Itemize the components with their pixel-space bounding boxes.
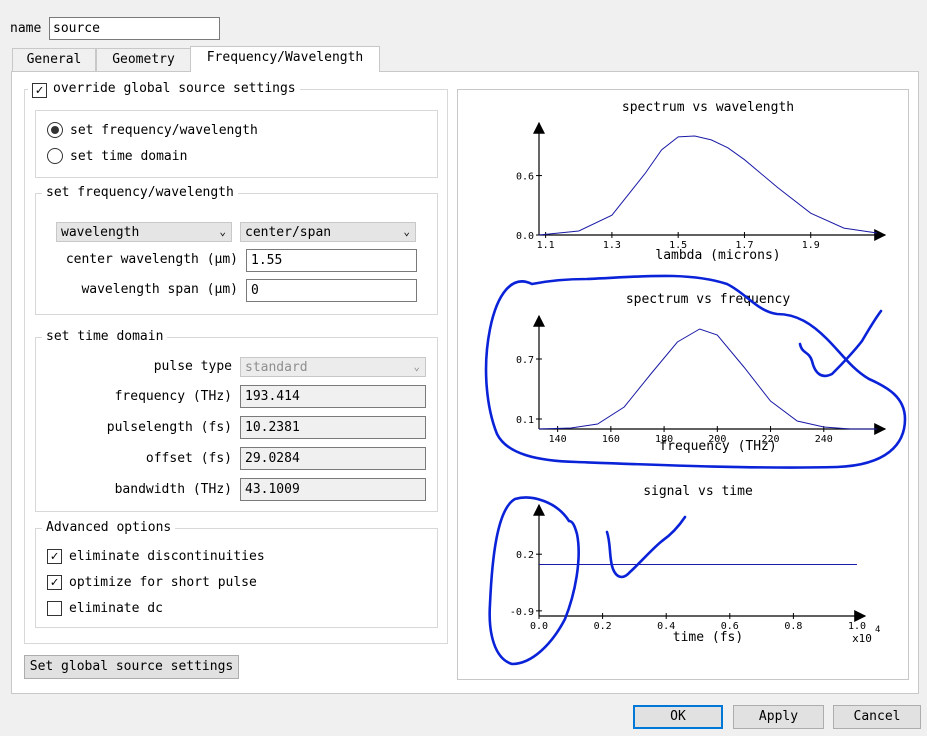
y-tick-label: 0.6 (516, 172, 534, 183)
radio-set-frequency-label: set frequency/wavelength (70, 123, 258, 138)
chart-2: spectrum vs frequency140 160 180 200 220 2400… (516, 292, 887, 454)
name-input[interactable] (49, 17, 220, 40)
pulse-type-value: standard (245, 360, 308, 375)
x-tick-label: 140 (549, 434, 567, 445)
pulse-type-label: pulse type (153, 359, 232, 374)
x-tick-label: 1.0 (848, 621, 866, 632)
radio-set-frequency[interactable] (47, 122, 63, 138)
offset-label: offset (fs) (145, 451, 232, 466)
eliminate-discontinuities-checkbox[interactable]: ✓ (47, 549, 62, 564)
wavelength-type-select[interactable]: wavelength ⌄ (56, 222, 232, 242)
wavelength-span-label: wavelength span (μm) (81, 282, 238, 297)
y-tick-label: 0.2 (516, 550, 534, 561)
eliminate-dc-checkbox[interactable] (47, 601, 62, 616)
wavelength-type-value: wavelength (61, 225, 140, 240)
radio-set-time-domain-label: set time domain (70, 149, 188, 164)
annotation-strokes (484, 274, 907, 666)
x-tick-label: 1.3 (603, 240, 621, 251)
x-axis-label: time (fs) (673, 630, 743, 645)
range-mode-select[interactable]: center/span ⌄ (240, 222, 416, 242)
annotation-loop-time (488, 496, 580, 666)
tab-geometry[interactable]: Geometry (96, 48, 191, 71)
y-tick-label: 0.0 (516, 231, 534, 242)
eliminate-dc-label: eliminate dc (69, 601, 163, 616)
x-tick-label: 1.1 (537, 240, 555, 251)
ok-button[interactable]: OK (633, 705, 723, 729)
offset-field: 29.0284 (240, 447, 426, 470)
cancel-button[interactable]: Cancel (833, 705, 921, 729)
chart-title: signal vs time (643, 484, 753, 499)
annotation-check-time (605, 515, 687, 579)
center-wavelength-input[interactable]: 1.55 (246, 249, 417, 272)
series-line (538, 135, 878, 236)
chart-title: spectrum vs frequency (626, 292, 791, 307)
frequency-field: 193.414 (240, 385, 426, 408)
override-header: ✓ override global source settings (28, 81, 300, 99)
x-tick-label: 0.0 (530, 621, 548, 632)
series-line (538, 328, 877, 430)
y-tick-label: 0.1 (516, 415, 534, 426)
pulselength-label: pulselength (fs) (106, 420, 232, 435)
annotation-hook-frequency (798, 309, 883, 378)
apply-button[interactable]: Apply (733, 705, 824, 729)
eliminate-discontinuities-label: eliminate discontinuities (69, 549, 265, 564)
y-tick-label: 0.7 (516, 355, 534, 366)
y-tick-label: -0.9 (510, 607, 534, 618)
chart-1: spectrum vs wavelength1.1 1.3 1.5 1.7 1.90.0… (516, 100, 887, 263)
name-label: name (10, 21, 42, 36)
bandwidth-field: 43.1009 (240, 478, 426, 501)
override-checkbox[interactable]: ✓ (32, 83, 47, 98)
chart-title: spectrum vs wavelength (622, 100, 794, 115)
x-tick-label: 0.2 (594, 621, 612, 632)
plots-svg: spectrum vs wavelength1.1 1.3 1.5 1.7 1.90.0… (484, 100, 907, 666)
tab-frequency-wavelength[interactable]: Frequency/Wavelength (190, 46, 380, 72)
x-tick-label: 1.9 (802, 240, 820, 251)
advanced-group-title: Advanced options (42, 520, 176, 535)
chevron-down-icon: ⌄ (403, 225, 410, 238)
radio-set-time-domain[interactable] (47, 148, 63, 164)
x-axis-exponent: x10 (852, 632, 872, 645)
x-tick-label: 0.8 (784, 621, 802, 632)
pulse-type-select[interactable]: standard ⌄ (240, 357, 426, 377)
frequency-label: frequency (THz) (114, 389, 232, 404)
bandwidth-label: bandwidth (THz) (114, 482, 232, 497)
x-axis-label: frequency (THz) (659, 439, 776, 454)
x-axis-exponent-power: 4 (875, 625, 880, 635)
chevron-down-icon: ⌄ (219, 225, 226, 238)
pulselength-field: 10.2381 (240, 416, 426, 439)
override-label: override global source settings (53, 81, 296, 96)
mode-group (35, 110, 438, 178)
time-group-title: set time domain (42, 329, 168, 344)
optimize-short-pulse-label: optimize for short pulse (69, 575, 257, 590)
set-global-source-settings-button[interactable]: Set global source settings (24, 655, 239, 679)
radio-selected-dot (51, 126, 59, 134)
x-axis-label: lambda (microns) (655, 248, 780, 263)
x-tick-label: 160 (602, 434, 620, 445)
freq-group-title: set frequency/wavelength (42, 185, 238, 200)
range-mode-value: center/span (245, 225, 332, 240)
wavelength-span-input[interactable]: 0 (246, 279, 417, 302)
x-tick-label: 240 (815, 434, 833, 445)
chevron-down-icon: ⌄ (413, 360, 420, 373)
optimize-short-pulse-checkbox[interactable]: ✓ (47, 575, 62, 590)
center-wavelength-label: center wavelength (μm) (65, 252, 238, 267)
tab-general[interactable]: General (12, 48, 96, 71)
